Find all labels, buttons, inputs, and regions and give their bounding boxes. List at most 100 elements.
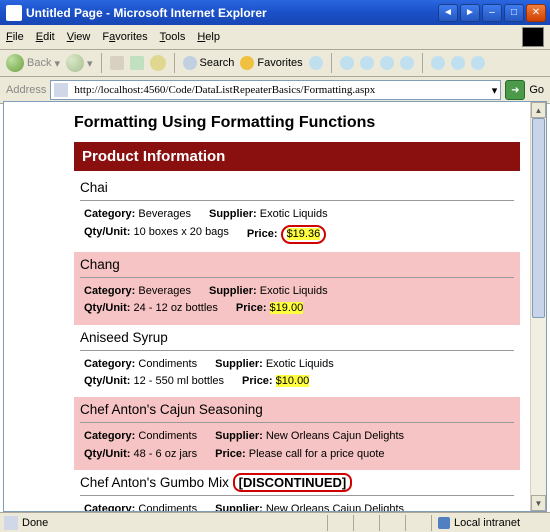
separator <box>101 53 102 73</box>
qty-label: Qty/Unit: <box>84 226 130 238</box>
home-icon[interactable] <box>150 55 166 71</box>
url-input[interactable] <box>72 83 491 97</box>
chevron-down-icon[interactable]: ▾ <box>492 84 498 97</box>
qty-label: Qty/Unit: <box>84 302 130 314</box>
back-label: Back <box>27 57 51 69</box>
price-label: Price: <box>215 448 246 460</box>
category-label: Category: <box>84 358 135 370</box>
search-icon <box>183 56 197 70</box>
product-name: Chef Anton's Gumbo Mix [DISCONTINUED] <box>80 474 514 496</box>
scroll-down-icon[interactable]: ▼ <box>531 495 546 511</box>
back-button[interactable]: Back ▾ <box>6 54 60 72</box>
mail-icon[interactable] <box>340 56 354 70</box>
product-name: Chai <box>80 179 514 201</box>
maximize-button[interactable]: □ <box>504 4 524 22</box>
url-box[interactable]: ▾ <box>50 80 501 100</box>
menu-file[interactable]: File <box>6 31 24 43</box>
qty-label: Qty/Unit: <box>84 448 130 460</box>
price-label: Price: <box>236 302 267 314</box>
qty-label: Qty/Unit: <box>84 375 130 387</box>
separator <box>174 53 175 73</box>
extra-icon[interactable] <box>431 56 445 70</box>
supplier-value: Exotic Liquids <box>260 208 328 220</box>
discuss-icon[interactable] <box>400 56 414 70</box>
price-value: $19.36 <box>281 225 327 244</box>
toolbar: Back ▾ ▾ Search Favorites <box>0 50 550 77</box>
supplier-label: Supplier: <box>215 430 263 442</box>
price-label: Price: <box>247 228 278 240</box>
security-zone: Local intranet <box>431 515 546 531</box>
page-heading: Formatting Using Formatting Functions <box>74 112 520 134</box>
category-value: Beverages <box>138 285 191 297</box>
product-item: Aniseed SyrupCategory: CondimentsSupplie… <box>74 325 520 398</box>
menu-tools[interactable]: Tools <box>160 31 186 43</box>
product-item: Chef Anton's Cajun SeasoningCategory: Co… <box>74 397 520 470</box>
category-value: Condiments <box>138 358 197 370</box>
product-name: Chef Anton's Cajun Seasoning <box>80 401 514 423</box>
supplier-value: Exotic Liquids <box>260 285 328 297</box>
address-bar: Address ▾ ➜ Go <box>0 77 550 104</box>
menu-favorites[interactable]: Favorites <box>102 31 147 43</box>
go-button[interactable]: ➜ <box>505 80 525 100</box>
edit-icon[interactable] <box>380 56 394 70</box>
price-label: Price: <box>242 375 273 387</box>
section-header: Product Information <box>74 142 520 171</box>
scroll-track[interactable] <box>531 118 546 495</box>
category-label: Category: <box>84 503 135 511</box>
extra-icon[interactable] <box>471 56 485 70</box>
menu-view[interactable]: View <box>67 31 91 43</box>
address-label: Address <box>6 84 46 96</box>
category-value: Beverages <box>138 208 191 220</box>
chevron-down-icon: ▾ <box>87 57 93 70</box>
supplier-label: Supplier: <box>209 285 257 297</box>
done-icon <box>4 516 18 530</box>
refresh-icon[interactable] <box>130 56 144 70</box>
supplier-label: Supplier: <box>215 358 263 370</box>
favorites-label: Favorites <box>257 57 302 69</box>
category-value: Condiments <box>138 430 197 442</box>
qty-value: 48 - 6 oz jars <box>134 448 198 460</box>
status-pane <box>327 515 351 531</box>
star-icon <box>240 56 254 70</box>
close-button[interactable]: ✕ <box>526 4 546 22</box>
zone-icon <box>438 517 450 529</box>
vertical-scrollbar[interactable]: ▲ ▼ <box>530 102 546 511</box>
product-item: ChangCategory: BeveragesSupplier: Exotic… <box>74 252 520 325</box>
price-value: $19.00 <box>270 302 304 314</box>
extra-icon[interactable] <box>451 56 465 70</box>
supplier-label: Supplier: <box>209 208 257 220</box>
product-item: Chai Category: Beverages Supplier: Exotic … <box>74 175 520 252</box>
qty-value: 24 - 12 oz bottles <box>134 302 218 314</box>
search-button[interactable]: Search <box>183 56 235 70</box>
app-icon <box>6 5 22 21</box>
forward-button[interactable]: ▾ <box>66 54 93 72</box>
scroll-up-icon[interactable]: ▲ <box>531 102 546 118</box>
minimize-button[interactable]: – <box>482 4 502 22</box>
menu-file-label: ile <box>13 31 24 43</box>
qty-value: 10 boxes x 20 bags <box>134 226 229 238</box>
supplier-value: New Orleans Cajun Delights <box>266 430 404 442</box>
search-label: Search <box>200 57 235 69</box>
zone-label: Local intranet <box>454 517 520 529</box>
next-window-button[interactable]: ► <box>460 4 480 22</box>
menu-bar: File Edit View Favorites Tools Help <box>0 25 550 50</box>
category-label: Category: <box>84 208 135 220</box>
stop-icon[interactable] <box>110 56 124 70</box>
menu-edit[interactable]: Edit <box>36 31 55 43</box>
scroll-thumb[interactable] <box>532 118 545 318</box>
menu-help[interactable]: Help <box>197 31 220 43</box>
supplier-value: Exotic Liquids <box>266 358 334 370</box>
category-value: Condiments <box>138 503 197 511</box>
chevron-down-icon: ▾ <box>54 57 60 70</box>
page-icon <box>54 83 68 97</box>
price-value: $10.00 <box>276 375 310 387</box>
prev-window-button[interactable]: ◄ <box>438 4 458 22</box>
window-title: Untitled Page - Microsoft Internet Explo… <box>26 6 438 20</box>
separator <box>422 53 423 73</box>
print-icon[interactable] <box>360 56 374 70</box>
history-icon[interactable] <box>309 56 323 70</box>
status-pane <box>379 515 403 531</box>
supplier-label: Supplier: <box>215 503 263 511</box>
favorites-button[interactable]: Favorites <box>240 56 302 70</box>
go-label: Go <box>529 84 544 96</box>
